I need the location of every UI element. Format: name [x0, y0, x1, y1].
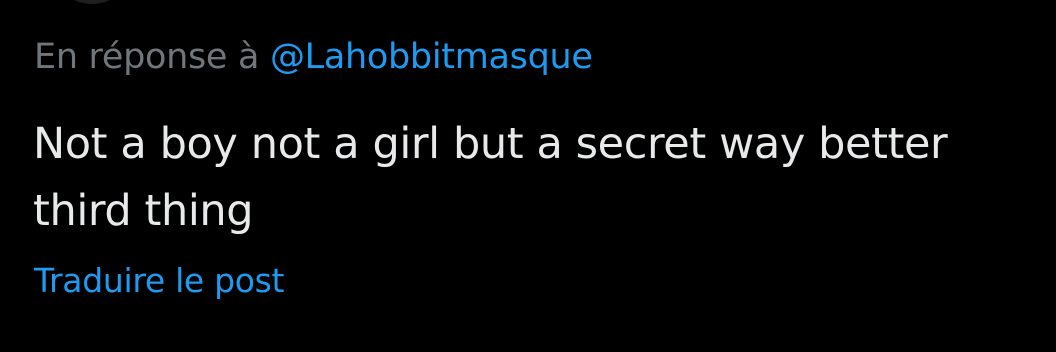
- tweet-container: En réponse à @Lahobbitmasque Not a boy n…: [0, 0, 1056, 352]
- translate-post-link[interactable]: Traduire le post: [34, 259, 285, 303]
- reply-prefix: En réponse à: [34, 37, 260, 77]
- mention-link[interactable]: @Lahobbitmasque: [270, 37, 593, 77]
- avatar[interactable]: [60, 0, 124, 4]
- reply-context: En réponse à @Lahobbitmasque: [34, 34, 593, 80]
- post-text: Not a boy not a girl but a secret way be…: [33, 119, 948, 236]
